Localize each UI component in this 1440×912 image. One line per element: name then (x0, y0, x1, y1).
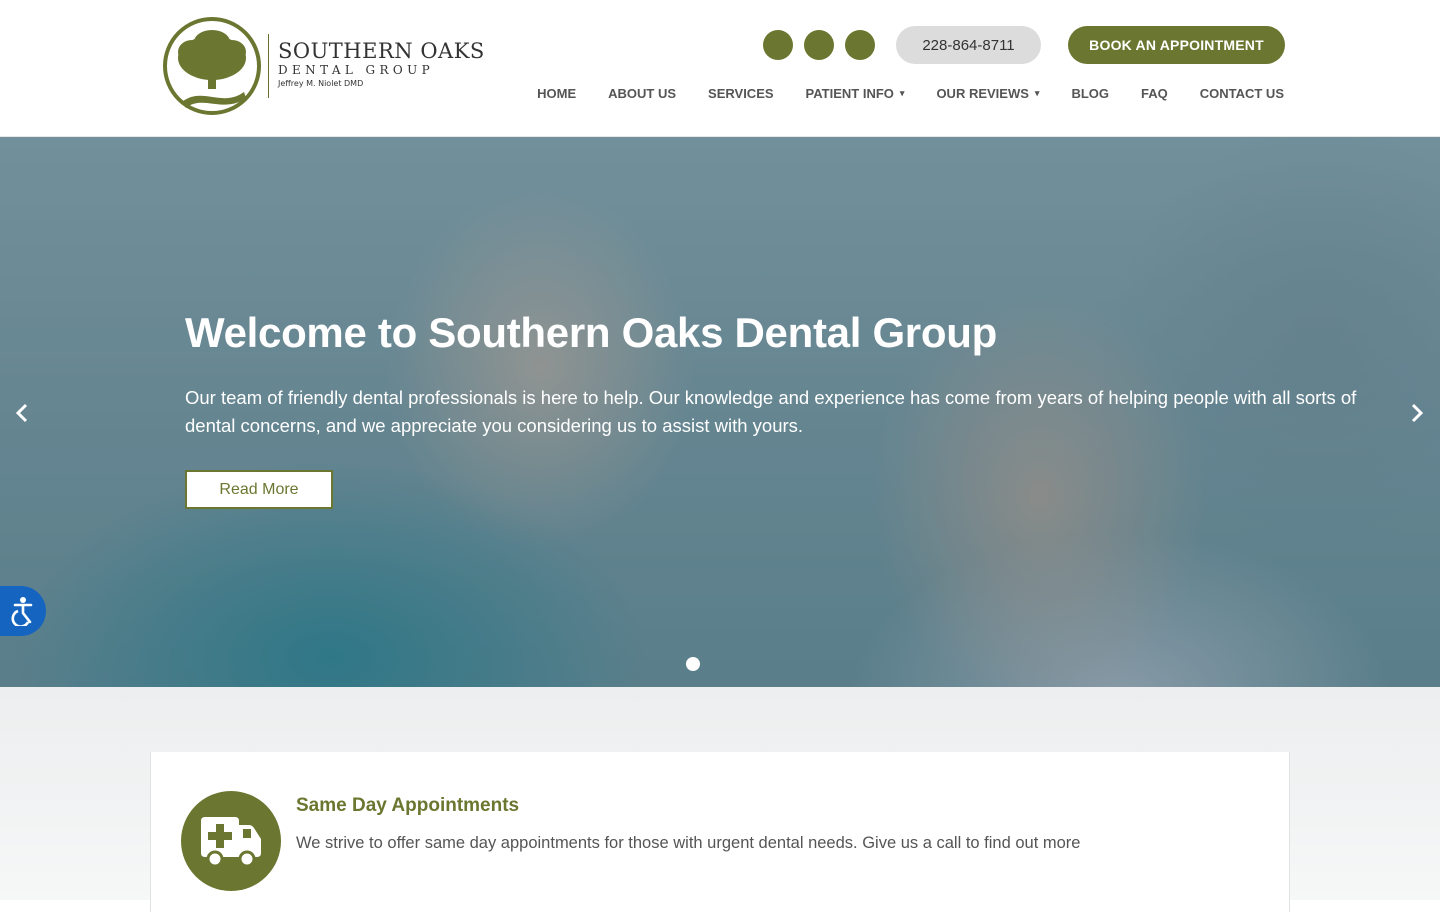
features-section: Same Day Appointments We strive to offer… (0, 687, 1440, 912)
logo-name: SOUTHERN OAKS (278, 39, 485, 63)
hero-text: Our team of friendly dental professional… (185, 387, 1357, 436)
nav-item-label: PATIENT INFO (805, 85, 894, 101)
logo[interactable]: SOUTHERN OAKS DENTAL GROUP Jeffrey M. Ni… (162, 16, 485, 118)
chevron-down-icon: ▾ (899, 87, 905, 98)
site-header: SOUTHERN OAKS DENTAL GROUP Jeffrey M. Ni… (0, 0, 1440, 137)
logo-subtitle: DENTAL GROUP (278, 63, 435, 77)
nav-item-label: OUR REVIEWS (936, 85, 1029, 101)
social-icon[interactable] (804, 30, 834, 60)
hero-slider: Welcome to Southern Oaks Dental Group Ou… (0, 137, 1440, 687)
nav-item-contact-us[interactable]: CONTACT US (1200, 86, 1284, 101)
ambulance-icon (181, 791, 281, 891)
nav-item-label: ABOUT US (608, 85, 677, 101)
hero-title: Welcome to Southern Oaks Dental Group (185, 309, 997, 356)
chevron-left-icon[interactable] (10, 399, 34, 427)
nav-item-label: HOME (537, 85, 577, 101)
nav-item-label: SERVICES (708, 85, 774, 101)
logo-doctor: Jeffrey M. Niolet DMD (278, 79, 364, 88)
main-nav: HOME ABOUT US SERVICES PATIENT INFO ▾ OUR… (537, 84, 1284, 102)
social-icon[interactable] (845, 30, 875, 60)
phone-button[interactable]: 228-864-8711 (896, 26, 1041, 64)
nav-item-services[interactable]: SERVICES (708, 86, 774, 101)
nav-item-our-reviews[interactable]: OUR REVIEWS ▾ (936, 86, 1039, 101)
logo-divider (268, 34, 269, 98)
nav-item-faq[interactable]: FAQ (1141, 86, 1168, 101)
social-icon[interactable] (763, 30, 793, 60)
nav-item-label: CONTACT US (1199, 85, 1284, 101)
nav-item-about-us[interactable]: ABOUT US (608, 86, 676, 101)
chevron-right-icon[interactable] (1405, 399, 1429, 427)
nav-item-blog[interactable]: BLOG (1071, 86, 1109, 101)
nav-item-label: FAQ (1141, 85, 1168, 101)
nav-item-patient-info[interactable]: PATIENT INFO ▾ (806, 86, 905, 101)
book-appointment-button[interactable]: BOOK AN APPOINTMENT (1068, 26, 1285, 64)
slider-dot[interactable] (686, 657, 700, 671)
feature-card: Same Day Appointments We strive to offer… (150, 752, 1290, 912)
nav-item-label: BLOG (1071, 85, 1109, 101)
nav-item-home[interactable]: HOME (537, 86, 576, 101)
read-more-button[interactable]: Read More (185, 470, 333, 509)
chevron-down-icon: ▾ (1034, 87, 1040, 98)
oak-tree-logo-icon (163, 17, 261, 115)
feature-text: We strive to offer same day appointments… (296, 834, 1081, 852)
feature-title: Same Day Appointments (296, 795, 520, 816)
